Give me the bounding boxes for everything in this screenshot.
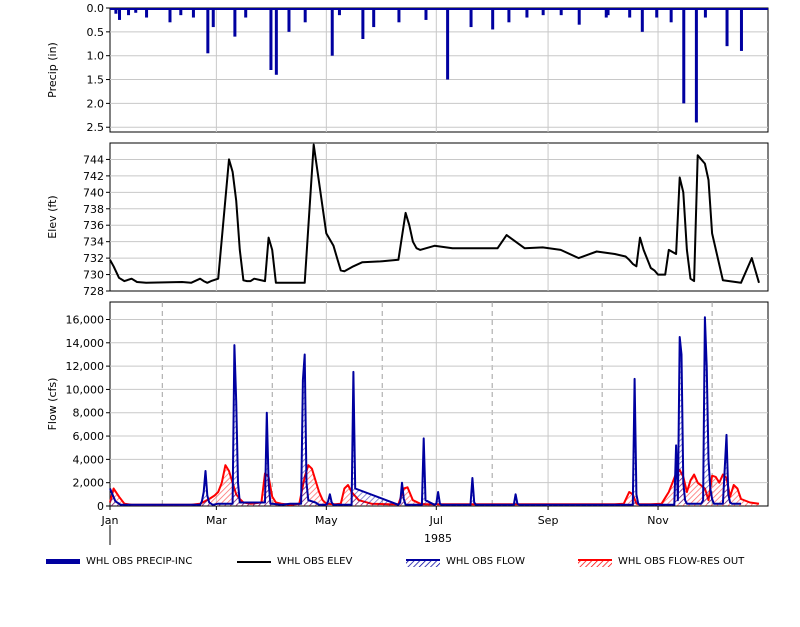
precip-bar bbox=[274, 8, 278, 75]
precip-bar bbox=[206, 8, 210, 54]
precip-bar bbox=[114, 8, 118, 14]
elev-y-axis-label: Elev (ft) bbox=[46, 195, 59, 238]
y-tick-label: 734 bbox=[83, 236, 104, 249]
x-tick-label: Nov bbox=[647, 514, 669, 527]
precip-bar bbox=[525, 8, 529, 18]
y-tick-label: 0.5 bbox=[87, 26, 105, 39]
y-tick-label: 2.0 bbox=[87, 97, 105, 110]
precip-bar bbox=[244, 8, 248, 18]
y-tick-label: 10,000 bbox=[66, 383, 105, 396]
legend-item-flow: WHL OBS FLOW bbox=[406, 556, 525, 567]
legend-label-flow: WHL OBS FLOW bbox=[446, 556, 525, 567]
precip-bar bbox=[655, 8, 659, 18]
x-tick-label: Mar bbox=[206, 514, 227, 527]
legend-item-precip: WHL OBS PRECIP-INC bbox=[46, 556, 192, 567]
hydrograph-figure: 0.0 0.5 1.0 1.5 2.0 2.5 Precip (in) 728 730 732… bbox=[46, 2, 769, 545]
precip-y-ticks: 0.0 0.5 1.0 1.5 2.0 2.5 bbox=[87, 2, 110, 134]
y-tick-label: 16,000 bbox=[66, 313, 105, 326]
flow-panel: 0 2,000 4,000 6,000 8,000 10,000 12,000 14,000 1… bbox=[46, 301, 769, 545]
precip-bar bbox=[559, 8, 563, 16]
precip-bar bbox=[303, 8, 307, 23]
precip-bar bbox=[469, 8, 473, 28]
precip-bar bbox=[168, 8, 172, 23]
y-tick-label: 6,000 bbox=[73, 430, 105, 443]
legend-swatch-flow-res bbox=[578, 558, 612, 567]
precip-bar bbox=[397, 8, 401, 23]
y-tick-label: 0.0 bbox=[87, 2, 105, 15]
y-tick-label: 4,000 bbox=[73, 453, 105, 466]
precip-bar bbox=[491, 8, 495, 30]
precip-bar bbox=[145, 8, 149, 18]
precip-bar bbox=[233, 8, 237, 37]
chart-legend: WHL OBS PRECIP-INC WHL OBS ELEV WHL OBS … bbox=[0, 556, 800, 572]
precip-bar bbox=[179, 8, 183, 16]
precip-bar bbox=[694, 8, 698, 123]
elev-y-ticks: 728 730 732 734 736 738 740 742 744 bbox=[83, 153, 110, 298]
precip-bar bbox=[606, 8, 610, 16]
y-tick-label: 12,000 bbox=[66, 360, 105, 373]
flow-plot-frame bbox=[109, 301, 769, 507]
legend-swatch-elev bbox=[237, 560, 271, 563]
legend-label-flow-res: WHL OBS FLOW-RES OUT bbox=[618, 556, 745, 567]
y-tick-label: 740 bbox=[83, 186, 104, 199]
legend-swatch-flow bbox=[406, 558, 440, 567]
precip-y-axis-label: Precip (in) bbox=[46, 42, 59, 98]
y-tick-label: 744 bbox=[83, 153, 104, 166]
y-tick-label: 728 bbox=[83, 285, 104, 298]
y-tick-label: 8,000 bbox=[73, 407, 105, 420]
y-tick-label: 1.5 bbox=[87, 74, 105, 87]
y-tick-label: 2,000 bbox=[73, 477, 105, 490]
precip-bar bbox=[628, 8, 632, 18]
y-tick-label: 738 bbox=[83, 203, 104, 216]
y-tick-label: 1.0 bbox=[87, 50, 105, 63]
precip-bar bbox=[640, 8, 644, 32]
x-tick-label: May bbox=[315, 514, 338, 527]
precip-bar bbox=[541, 8, 545, 16]
legend-item-elev: WHL OBS ELEV bbox=[237, 556, 352, 567]
legend-label-elev: WHL OBS ELEV bbox=[277, 556, 353, 567]
x-tick-label: Sep bbox=[538, 514, 559, 527]
elev-panel: 728 730 732 734 736 738 740 742 744 Elev (ft) bbox=[46, 142, 769, 298]
flow-x-ticks: Jan Mar May Jul Sep Nov bbox=[101, 506, 669, 527]
precip-bar bbox=[269, 8, 273, 70]
precip-bar bbox=[669, 8, 673, 23]
legend-swatch-precip bbox=[46, 558, 80, 564]
precip-bar bbox=[424, 8, 428, 20]
precip-bar bbox=[372, 8, 376, 28]
legend-label-precip: WHL OBS PRECIP-INC bbox=[86, 556, 193, 567]
precip-bar bbox=[287, 8, 291, 32]
precip-bar bbox=[211, 8, 215, 28]
precip-bar bbox=[682, 8, 686, 104]
precip-bar bbox=[361, 8, 365, 39]
precip-bar bbox=[127, 8, 131, 16]
flow-x-axis-label: 1985 bbox=[424, 532, 452, 545]
y-tick-label: 732 bbox=[83, 252, 104, 265]
y-tick-label: 730 bbox=[83, 269, 104, 282]
x-tick-label: Jul bbox=[429, 514, 443, 527]
y-tick-label: 736 bbox=[83, 219, 104, 232]
elev-plot-frame bbox=[109, 142, 769, 292]
y-tick-label: 742 bbox=[83, 170, 104, 183]
precip-bar bbox=[725, 8, 729, 47]
precip-bar bbox=[118, 8, 122, 20]
precip-bar bbox=[577, 8, 581, 25]
precip-bar bbox=[507, 8, 511, 23]
precip-bar bbox=[330, 8, 334, 56]
precip-bar bbox=[337, 8, 341, 16]
precip-panel: 0.0 0.5 1.0 1.5 2.0 2.5 Precip (in) bbox=[46, 2, 769, 134]
y-tick-label: 14,000 bbox=[66, 337, 105, 350]
y-tick-label: 0 bbox=[97, 500, 104, 513]
precip-bar bbox=[739, 8, 743, 51]
precip-bar bbox=[446, 8, 450, 80]
flow-y-ticks: 0 2,000 4,000 6,000 8,000 10,000 12,000 14,000 1… bbox=[66, 313, 110, 513]
y-tick-label: 2.5 bbox=[87, 121, 105, 134]
precip-bar bbox=[134, 8, 138, 13]
flow-y-axis-label: Flow (cfs) bbox=[46, 378, 59, 431]
precip-bar bbox=[703, 8, 707, 18]
precip-bar bbox=[191, 8, 195, 18]
legend-item-flow-res: WHL OBS FLOW-RES OUT bbox=[578, 556, 744, 567]
